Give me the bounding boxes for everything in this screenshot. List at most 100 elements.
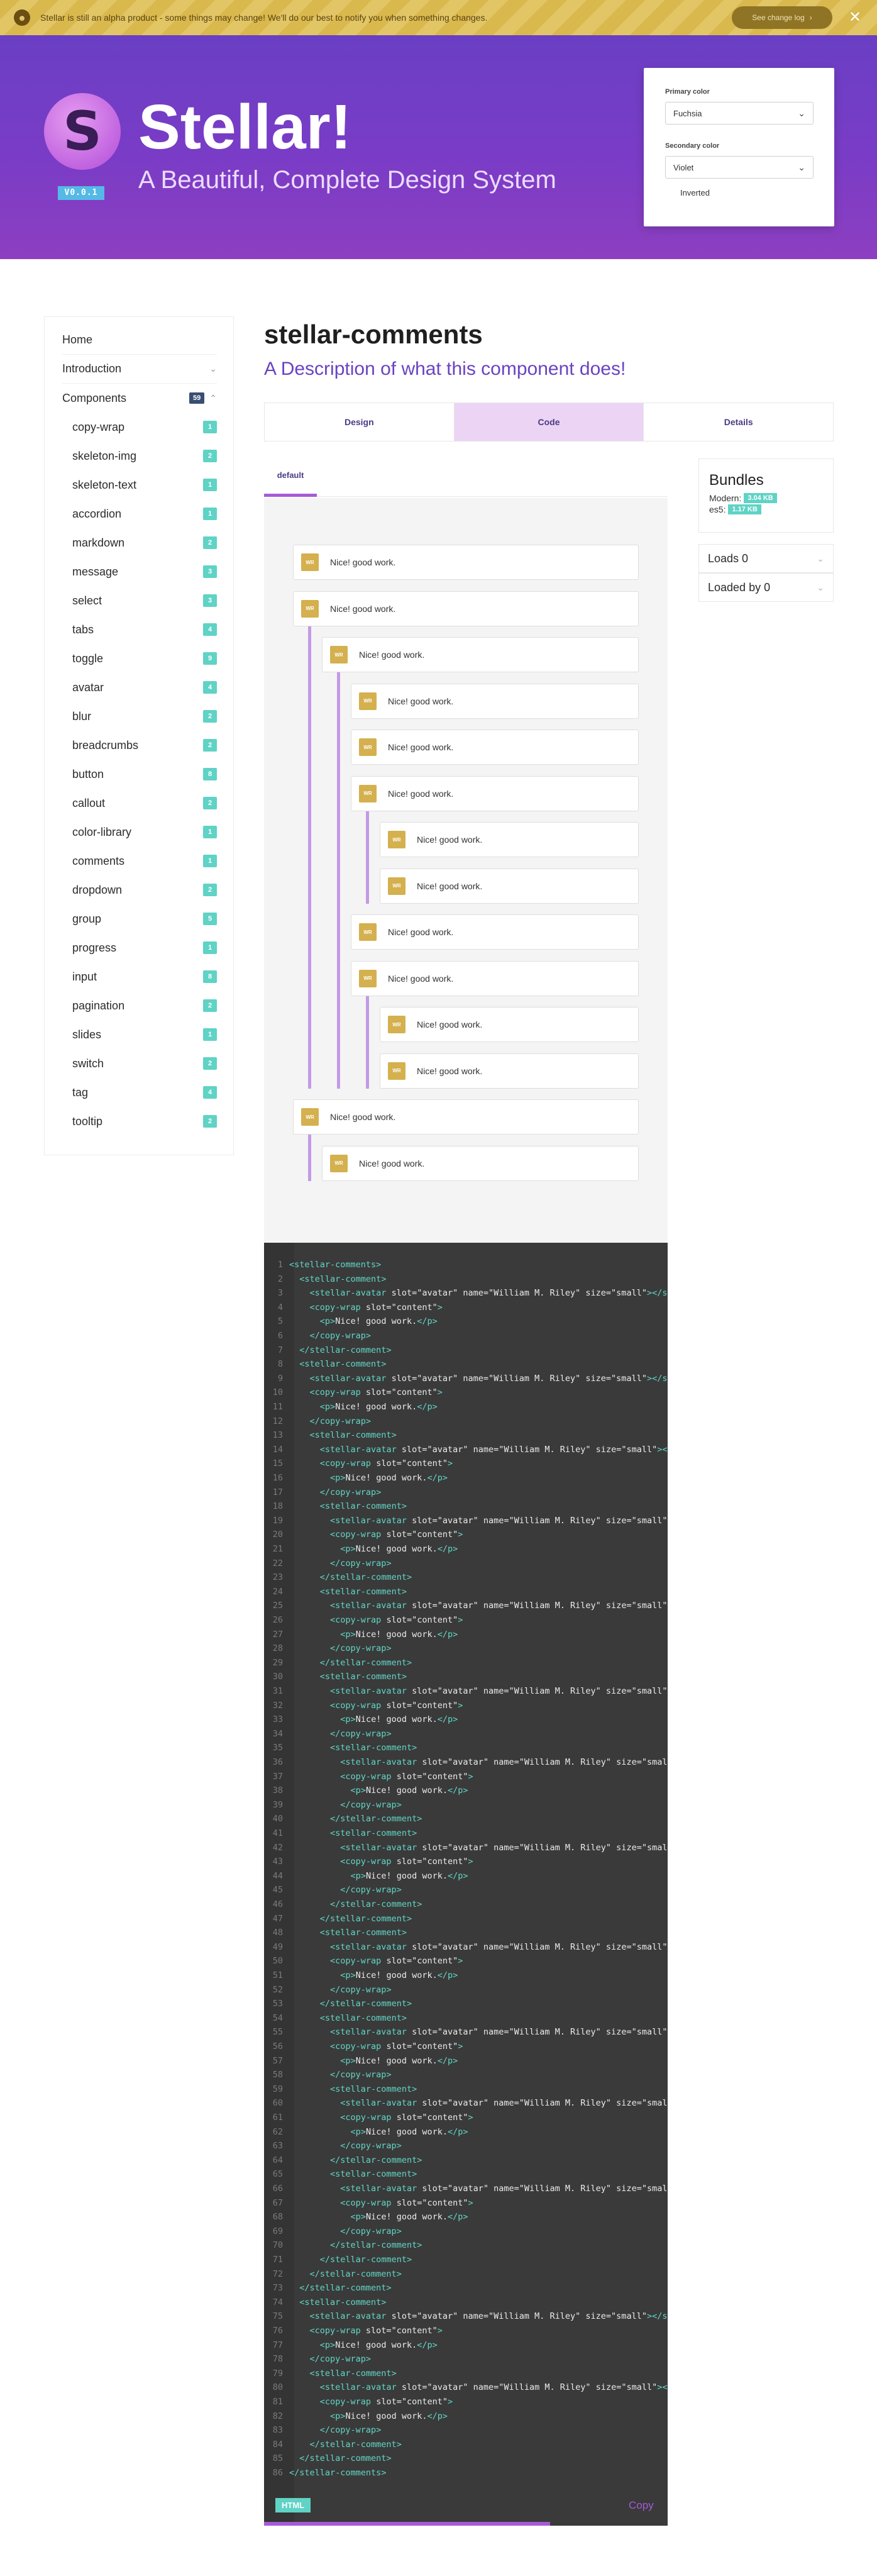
tab-details[interactable]: Details (644, 403, 833, 441)
code-scrollbar[interactable] (264, 2522, 550, 2526)
sidebar-item-label: dropdown (72, 883, 123, 896)
sidebar-item-select[interactable]: select 3 (72, 586, 217, 615)
sidebar-item-label: pagination (72, 999, 125, 1012)
code-line: 82 <p>Nice! good work.</p> (264, 2409, 668, 2424)
sidebar-item-group[interactable]: group 5 (72, 904, 217, 933)
avatar[interactable]: WR (301, 1108, 319, 1126)
sidebar-item-skeleton-text[interactable]: skeleton-text 1 (72, 470, 217, 499)
sidebar-item-accordion[interactable]: accordion 1 (72, 499, 217, 528)
inverted-checkbox[interactable] (665, 187, 675, 197)
line-number: 64 (272, 2155, 283, 2165)
sidebar-item-markdown[interactable]: markdown 2 (72, 528, 217, 557)
loads-accordion[interactable]: Loads 0 ⌄ (698, 544, 834, 573)
sidebar-item-tabs[interactable]: tabs 4 (72, 615, 217, 644)
sidebar-item-color-library[interactable]: color-library 1 (72, 818, 217, 847)
line-number: 63 (272, 2141, 283, 2151)
avatar[interactable]: WR (359, 923, 377, 941)
sidebar-item-count-badge: 3 (203, 594, 217, 607)
sidebar-item-label: Home (62, 333, 93, 346)
code-line: 12 </copy-wrap> (264, 1414, 668, 1429)
avatar[interactable]: WR (301, 599, 319, 618)
example-tabs: default (264, 467, 668, 497)
line-number: 23 (272, 1572, 283, 1583)
change-log-button[interactable]: See change log › (732, 6, 832, 29)
sidebar-item-copy-wrap[interactable]: copy-wrap 1 (72, 413, 217, 441)
comment-text: Nice! good work. (388, 788, 454, 799)
line-number: 86 (272, 2468, 283, 2478)
avatar[interactable]: WR (388, 831, 405, 848)
sidebar-item-components[interactable]: Components 59 ⌃ (62, 384, 217, 413)
loaded-by-accordion[interactable]: Loaded by 0 ⌄ (698, 573, 834, 602)
sidebar-item-breadcrumbs[interactable]: breadcrumbs 2 (72, 731, 217, 760)
sidebar-item-tooltip[interactable]: tooltip 2 (72, 1107, 217, 1136)
sidebar-item-progress[interactable]: progress 1 (72, 933, 217, 962)
code-line: 76 <copy-wrap slot="content"> (264, 2324, 668, 2338)
alpha-banner: ☻ Stellar is still an alpha product - so… (0, 0, 877, 35)
code-line: 37 <copy-wrap slot="content"> (264, 1770, 668, 1784)
sidebar-item-callout[interactable]: callout 2 (72, 789, 217, 818)
line-number: 61 (272, 2112, 283, 2123)
logo-letter: S (63, 100, 102, 163)
avatar[interactable]: WR (359, 784, 377, 802)
line-number: 34 (272, 1728, 283, 1739)
code-line: 19 <stellar-avatar slot="avatar" name="W… (264, 1514, 668, 1528)
tab-design[interactable]: Design (265, 403, 455, 441)
avatar[interactable]: WR (330, 646, 348, 663)
sidebar-item-avatar[interactable]: avatar 4 (72, 673, 217, 702)
secondary-color-select[interactable]: Violet ⌄ (665, 156, 814, 179)
sidebar-item-message[interactable]: message 3 (72, 557, 217, 586)
sidebar-item-input[interactable]: input 8 (72, 962, 217, 991)
code-line: 75 <stellar-avatar slot="avatar" name="W… (264, 2309, 668, 2324)
code-line: 73 </stellar-comment> (264, 2281, 668, 2296)
avatar[interactable]: WR (359, 969, 377, 987)
code-line: 34 </copy-wrap> (264, 1727, 668, 1741)
avatar[interactable]: WR (388, 1062, 405, 1080)
copy-button[interactable]: Copy (629, 2499, 654, 2512)
inverted-toggle[interactable]: Inverted (665, 187, 813, 197)
code-line: 64 </stellar-comment> (264, 2153, 668, 2168)
sidebar-item-blur[interactable]: blur 2 (72, 702, 217, 731)
comment-text: Nice! good work. (330, 1112, 396, 1122)
code-line: 6 </copy-wrap> (264, 1329, 668, 1343)
line-number: 7 (277, 1345, 283, 1355)
code-line: 2 <stellar-comment> (264, 1272, 668, 1287)
sidebar-item-home[interactable]: Home (62, 326, 217, 355)
sidebar-item-introduction[interactable]: Introduction ⌄ (62, 355, 217, 384)
chevron-right-icon: › (809, 13, 812, 22)
avatar[interactable]: WR (330, 1154, 348, 1172)
code-line: 59 <stellar-comment> (264, 2082, 668, 2097)
line-number: 2 (277, 1274, 283, 1284)
sidebar-item-dropdown[interactable]: dropdown 2 (72, 875, 217, 904)
avatar[interactable]: WR (359, 692, 377, 710)
sidebar-item-switch[interactable]: switch 2 (72, 1049, 217, 1078)
sidebar-item-count-badge: 2 (203, 999, 217, 1012)
sidebar-item-tag[interactable]: tag 4 (72, 1078, 217, 1107)
stellar-logo[interactable]: S (44, 93, 121, 170)
sidebar-item-toggle[interactable]: toggle 9 (72, 644, 217, 673)
line-number: 14 (272, 1444, 283, 1455)
comment: WR Nice! good work. (380, 822, 639, 857)
tab-default[interactable]: default (264, 467, 317, 497)
close-icon[interactable]: ✕ (846, 9, 864, 26)
sidebar-item-label: comments (72, 854, 125, 867)
language-tag: HTML (275, 2498, 311, 2512)
code-line: 15 <copy-wrap slot="content"> (264, 1457, 668, 1471)
sidebar-item-count-badge: 1 (203, 508, 217, 520)
code-block[interactable]: HTML Copy 1 <stellar-comments> 2 <stellar-… (264, 1243, 668, 2526)
avatar[interactable]: WR (359, 738, 377, 756)
sidebar-item-comments[interactable]: comments 1 (72, 847, 217, 875)
primary-color-select[interactable]: Fuchsia ⌄ (665, 102, 814, 125)
sidebar-item-pagination[interactable]: pagination 2 (72, 991, 217, 1020)
code-line: 70 </stellar-comment> (264, 2238, 668, 2253)
avatar[interactable]: WR (388, 877, 405, 895)
sidebar-item-slides[interactable]: slides 1 (72, 1020, 217, 1049)
line-number: 30 (272, 1672, 283, 1682)
sidebar-item-button[interactable]: button 8 (72, 760, 217, 789)
avatar[interactable]: WR (301, 553, 319, 571)
sidebar-item-skeleton-img[interactable]: skeleton-img 2 (72, 441, 217, 470)
tab-code[interactable]: Code (454, 403, 644, 441)
line-number: 11 (272, 1402, 283, 1412)
es5-label: es5: (709, 504, 726, 514)
line-number: 50 (272, 1956, 283, 1967)
avatar[interactable]: WR (388, 1016, 405, 1033)
